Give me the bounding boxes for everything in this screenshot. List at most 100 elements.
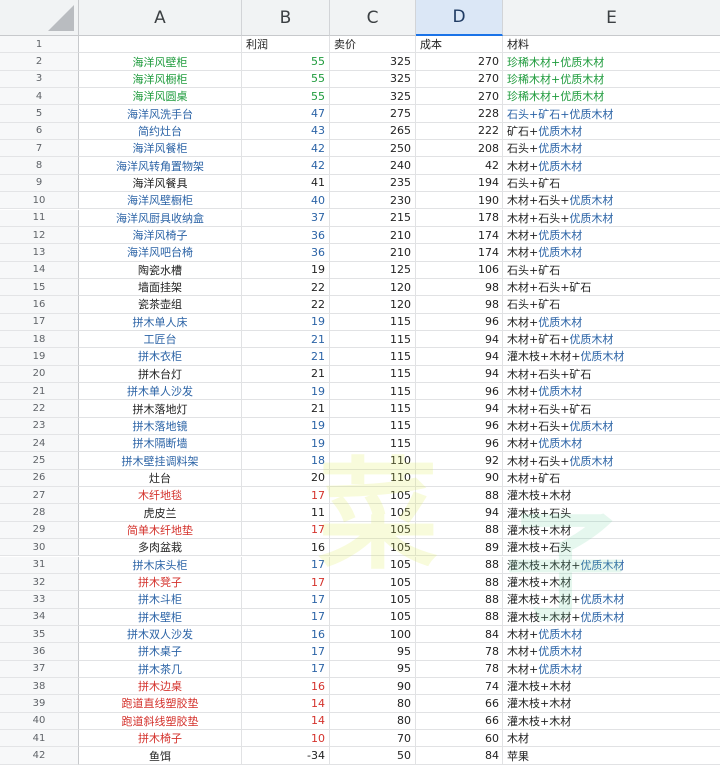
cell-name[interactable]: 瓷茶壶组 bbox=[79, 296, 242, 314]
row-number[interactable]: 10 bbox=[0, 192, 79, 210]
column-header-c[interactable]: C bbox=[330, 0, 416, 36]
cell-price[interactable]: 105 bbox=[330, 504, 416, 522]
cell-profit[interactable]: 19 bbox=[242, 435, 330, 453]
cell-cost[interactable]: 84 bbox=[416, 747, 503, 765]
cell-name[interactable]: 跑道直线塑胶垫 bbox=[79, 695, 242, 713]
cell-name[interactable]: 拼木壁挂调料架 bbox=[79, 452, 242, 470]
cell-name[interactable]: 海洋风橱柜 bbox=[79, 70, 242, 89]
cell-name[interactable]: 跑道斜线塑胶垫 bbox=[79, 712, 242, 730]
row-number[interactable]: 37 bbox=[0, 660, 79, 678]
row-number[interactable]: 1 bbox=[0, 36, 79, 54]
cell-a1[interactable] bbox=[79, 36, 242, 54]
cell-price[interactable]: 125 bbox=[330, 261, 416, 279]
cell-price[interactable]: 115 bbox=[330, 313, 416, 331]
cell-cost[interactable]: 190 bbox=[416, 192, 503, 210]
cell-cost[interactable]: 94 bbox=[416, 330, 503, 349]
cell-material[interactable]: 木材+石头+矿石 bbox=[503, 366, 720, 383]
cell-material[interactable]: 灌木枝+木材+ 优质木材 bbox=[503, 348, 720, 366]
cell-material[interactable]: 木材+ 优质木材 bbox=[503, 643, 720, 661]
cell-name[interactable]: 拼木椅子 bbox=[79, 730, 242, 748]
cell-price[interactable]: 100 bbox=[330, 625, 416, 644]
cell-profit[interactable]: 11 bbox=[242, 504, 330, 522]
cell-name[interactable]: 拼木落地镜 bbox=[79, 417, 242, 436]
cell-profit[interactable]: 37 bbox=[242, 209, 330, 227]
row-number[interactable]: 25 bbox=[0, 452, 79, 470]
cell-cost[interactable]: 92 bbox=[416, 452, 503, 470]
row-number[interactable]: 4 bbox=[0, 88, 79, 106]
row-number[interactable]: 34 bbox=[0, 608, 79, 626]
row-number[interactable]: 29 bbox=[0, 521, 79, 540]
cell-material[interactable]: 石头+ 优质木材 bbox=[503, 140, 720, 158]
cell-price[interactable]: 235 bbox=[330, 174, 416, 193]
cell-material[interactable]: 木材+ 优质木材 bbox=[503, 157, 720, 175]
cell-price[interactable]: 240 bbox=[330, 157, 416, 175]
cell-profit[interactable]: 21 bbox=[242, 400, 330, 418]
row-number[interactable]: 2 bbox=[0, 53, 79, 71]
cell-profit[interactable]: 40 bbox=[242, 192, 330, 210]
cell-profit[interactable]: 21 bbox=[242, 365, 330, 383]
row-number[interactable]: 39 bbox=[0, 695, 79, 713]
cell-material[interactable]: 木材+石头+矿石 bbox=[503, 279, 720, 297]
cell-profit[interactable]: 14 bbox=[242, 712, 330, 730]
cell-profit[interactable]: 21 bbox=[242, 330, 330, 349]
cell-price[interactable]: 90 bbox=[330, 677, 416, 696]
cell-cost[interactable]: 96 bbox=[416, 435, 503, 453]
row-number[interactable]: 31 bbox=[0, 556, 79, 574]
cell-profit[interactable]: 42 bbox=[242, 140, 330, 158]
cell-material[interactable]: 石头+矿石 bbox=[503, 296, 720, 314]
cell-material[interactable]: 灌木枝+木材 bbox=[503, 678, 720, 696]
cell-material[interactable]: 灌木枝+木材 bbox=[503, 522, 720, 540]
cell-price[interactable]: 215 bbox=[330, 209, 416, 227]
cell-price[interactable]: 250 bbox=[330, 140, 416, 158]
cell-name[interactable]: 工匠台 bbox=[79, 330, 242, 349]
cell-name[interactable]: 多肉盆栽 bbox=[79, 539, 242, 557]
cell-name[interactable]: 海洋风转角置物架 bbox=[79, 157, 242, 175]
cell-profit[interactable]: 17 bbox=[242, 487, 330, 505]
cell-price[interactable]: 210 bbox=[330, 226, 416, 245]
row-number[interactable]: 15 bbox=[0, 278, 79, 297]
cell-price[interactable]: 115 bbox=[330, 435, 416, 453]
cell-profit[interactable]: 17 bbox=[242, 521, 330, 540]
cell-name[interactable]: 简约灶台 bbox=[79, 122, 242, 141]
row-number[interactable]: 16 bbox=[0, 296, 79, 314]
cell-cost[interactable]: 78 bbox=[416, 660, 503, 678]
cell-material[interactable]: 灌木枝+木材 bbox=[503, 695, 720, 713]
cell-price[interactable]: 275 bbox=[330, 105, 416, 123]
header-cost[interactable]: 成本 bbox=[416, 36, 503, 54]
cell-material[interactable]: 灌木枝+木材+ 优质木材 bbox=[503, 557, 720, 574]
row-number[interactable]: 22 bbox=[0, 400, 79, 418]
cell-material[interactable]: 灌木枝+木材 bbox=[503, 574, 720, 592]
cell-cost[interactable]: 60 bbox=[416, 730, 503, 748]
cell-material[interactable]: 木材+ 优质木材 bbox=[503, 244, 720, 262]
cell-material[interactable]: 木材+ 优质木材 bbox=[503, 227, 720, 245]
row-number[interactable]: 24 bbox=[0, 435, 79, 453]
cell-cost[interactable]: 222 bbox=[416, 122, 503, 141]
cell-material[interactable]: 木材+ 优质木材 bbox=[503, 626, 720, 644]
cell-cost[interactable]: 66 bbox=[416, 695, 503, 713]
cell-price[interactable]: 115 bbox=[330, 348, 416, 366]
cell-material[interactable]: 木材 bbox=[503, 730, 720, 748]
cell-name[interactable]: 海洋风壁柜 bbox=[79, 53, 242, 71]
cell-cost[interactable]: 90 bbox=[416, 469, 503, 488]
cell-profit[interactable]: 18 bbox=[242, 452, 330, 470]
cell-name[interactable]: 木纤地毯 bbox=[79, 487, 242, 505]
cell-profit[interactable]: 19 bbox=[242, 261, 330, 279]
row-number[interactable]: 9 bbox=[0, 174, 79, 193]
cell-name[interactable]: 虎皮兰 bbox=[79, 504, 242, 522]
cell-name[interactable]: 海洋风洗手台 bbox=[79, 105, 242, 123]
cell-name[interactable]: 拼木床头柜 bbox=[79, 556, 242, 574]
cell-name[interactable]: 海洋风圆桌 bbox=[79, 88, 242, 106]
cell-material[interactable]: 灌木枝+木材+ 优质木材 bbox=[503, 591, 720, 609]
cell-name[interactable]: 拼木落地灯 bbox=[79, 400, 242, 418]
row-number[interactable]: 7 bbox=[0, 140, 79, 158]
cell-price[interactable]: 115 bbox=[330, 400, 416, 418]
row-number[interactable]: 30 bbox=[0, 539, 79, 557]
cell-profit[interactable]: 55 bbox=[242, 88, 330, 106]
cell-profit[interactable]: 17 bbox=[242, 643, 330, 661]
cell-profit[interactable]: 19 bbox=[242, 417, 330, 436]
cell-material[interactable]: 珍稀木材+优质木材 bbox=[503, 53, 720, 71]
cell-price[interactable]: 105 bbox=[330, 591, 416, 609]
row-number[interactable]: 11 bbox=[0, 209, 79, 227]
cell-profit[interactable]: 36 bbox=[242, 226, 330, 245]
cell-cost[interactable]: 94 bbox=[416, 365, 503, 383]
